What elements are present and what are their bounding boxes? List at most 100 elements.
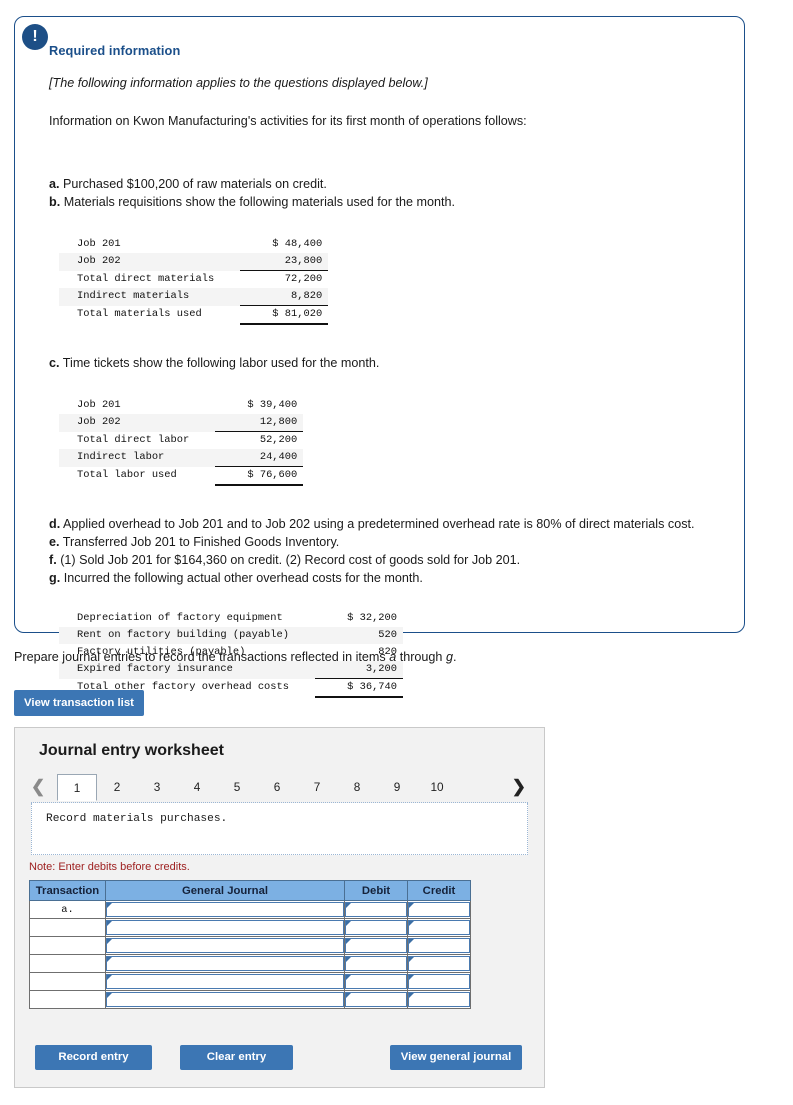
prepare-instruction: Prepare journal entries to record the tr… <box>14 650 456 664</box>
transaction-cell <box>29 936 106 955</box>
view-general-journal-button[interactable]: View general journal <box>390 1045 522 1070</box>
credit-cell[interactable] <box>407 972 471 991</box>
credit-input[interactable] <box>408 956 470 971</box>
credit-cell[interactable] <box>407 900 471 919</box>
table-row <box>29 918 471 937</box>
tab-4[interactable]: 4 <box>177 774 217 801</box>
table-row: Indirect materials 8,820 <box>59 288 329 306</box>
row-label: Job 202 <box>77 255 121 268</box>
tab-9[interactable]: 9 <box>377 774 417 801</box>
header-transaction: Transaction <box>29 880 106 901</box>
general-journal-cell[interactable] <box>105 936 345 955</box>
item-f-marker: f. <box>49 553 57 567</box>
table-row <box>29 972 471 991</box>
general-journal-input[interactable] <box>106 956 344 971</box>
credit-cell[interactable] <box>407 918 471 937</box>
worksheet-title: Journal entry worksheet <box>39 742 224 759</box>
table-row: Indirect labor 24,400 <box>59 449 304 467</box>
materials-used-table-wrap: Job 201 $ 48,400 Job 202 23,800 Total di… <box>59 236 714 325</box>
journal-entry-table: Transaction General Journal Debit Credit… <box>29 880 471 1009</box>
debit-cell[interactable] <box>344 990 408 1009</box>
labor-used-table-wrap: Job 201 $ 39,400 Job 202 12,800 Total di… <box>59 397 714 486</box>
record-entry-button[interactable]: Record entry <box>35 1045 152 1070</box>
tab-5[interactable]: 5 <box>217 774 257 801</box>
tab-3[interactable]: 3 <box>137 774 177 801</box>
item-e-marker: e. <box>49 535 60 549</box>
debit-input[interactable] <box>345 920 407 935</box>
general-journal-input[interactable] <box>106 974 344 989</box>
row-value: 8,820 <box>240 288 329 306</box>
item-a: a. Purchased $100,200 of raw materials o… <box>49 176 714 192</box>
row-value: 12,800 <box>215 414 304 432</box>
debit-cell[interactable] <box>344 918 408 937</box>
general-journal-cell[interactable] <box>105 954 345 973</box>
tab-1[interactable]: 1 <box>57 774 97 801</box>
general-journal-input[interactable] <box>106 992 344 1007</box>
page-title: Required information <box>49 43 181 58</box>
journal-header-row: Transaction General Journal Debit Credit <box>29 880 471 901</box>
general-journal-input[interactable] <box>106 920 344 935</box>
materials-used-table: Job 201 $ 48,400 Job 202 23,800 Total di… <box>59 236 329 325</box>
item-g-marker: g. <box>49 571 61 585</box>
chevron-right-icon[interactable]: ❯ <box>512 776 526 798</box>
debit-input[interactable] <box>345 938 407 953</box>
clear-entry-button[interactable]: Clear entry <box>180 1045 293 1070</box>
prepare-text-mid: through <box>396 650 446 664</box>
row-label: Job 201 <box>77 238 121 250</box>
credit-cell[interactable] <box>407 954 471 973</box>
debit-cell[interactable] <box>344 972 408 991</box>
general-journal-cell[interactable] <box>105 900 345 919</box>
chevron-left-icon[interactable]: ❮ <box>31 776 45 798</box>
header-general-journal: General Journal <box>105 880 345 901</box>
tab-10[interactable]: 10 <box>417 774 457 801</box>
item-d-text: Applied overhead to Job 201 and to Job 2… <box>63 517 695 531</box>
transaction-cell <box>29 918 106 937</box>
item-g-text: Incurred the following actual other over… <box>63 571 423 585</box>
general-journal-cell[interactable] <box>105 990 345 1009</box>
debit-input[interactable] <box>345 974 407 989</box>
tab-6[interactable]: 6 <box>257 774 297 801</box>
general-journal-cell[interactable] <box>105 972 345 991</box>
view-transaction-list-button[interactable]: View transaction list <box>14 690 144 716</box>
table-row: Total direct labor 52,200 <box>59 432 303 450</box>
row-label: Indirect labor <box>77 451 165 464</box>
debit-cell[interactable] <box>344 954 408 973</box>
general-journal-input[interactable] <box>106 902 344 917</box>
debit-input[interactable] <box>345 992 407 1007</box>
credit-input[interactable] <box>408 920 470 935</box>
tab-2[interactable]: 2 <box>97 774 137 801</box>
prepare-text-after: . <box>452 650 457 664</box>
credit-input[interactable] <box>408 938 470 953</box>
header-credit: Credit <box>407 880 471 901</box>
credit-cell[interactable] <box>407 990 471 1009</box>
row-value: 23,800 <box>240 253 329 271</box>
general-journal-cell[interactable] <box>105 918 345 937</box>
prepare-text-before: Prepare journal entries to record the tr… <box>14 650 390 664</box>
credit-input[interactable] <box>408 974 470 989</box>
table-row: Total direct materials 72,200 <box>59 271 328 289</box>
item-b-text: Materials requisitions show the followin… <box>63 195 455 209</box>
debit-cell[interactable] <box>344 936 408 955</box>
intro-text: Information on Kwon Manufacturing's acti… <box>49 114 527 128</box>
credit-input[interactable] <box>408 902 470 917</box>
credit-input[interactable] <box>408 992 470 1007</box>
table-row <box>29 990 471 1009</box>
debit-cell[interactable] <box>344 900 408 919</box>
debits-before-credits-note: Note: Enter debits before credits. <box>29 861 190 873</box>
tab-8[interactable]: 8 <box>337 774 377 801</box>
tab-7[interactable]: 7 <box>297 774 337 801</box>
general-journal-input[interactable] <box>106 938 344 953</box>
debit-input[interactable] <box>345 902 407 917</box>
row-label: Job 202 <box>77 416 121 429</box>
row-value: 24,400 <box>215 449 304 467</box>
table-row: Job 202 12,800 <box>59 414 304 432</box>
table-row: Job 201 $ 39,400 <box>59 397 303 414</box>
transaction-cell <box>29 990 106 1009</box>
row-value: 72,200 <box>284 273 323 285</box>
table-row: Job 202 23,800 <box>59 253 329 271</box>
row-value: $ 81,020 <box>240 305 329 325</box>
credit-cell[interactable] <box>407 936 471 955</box>
row-label: Total materials used <box>77 308 202 321</box>
row-value: $ 48,400 <box>272 238 323 250</box>
debit-input[interactable] <box>345 956 407 971</box>
